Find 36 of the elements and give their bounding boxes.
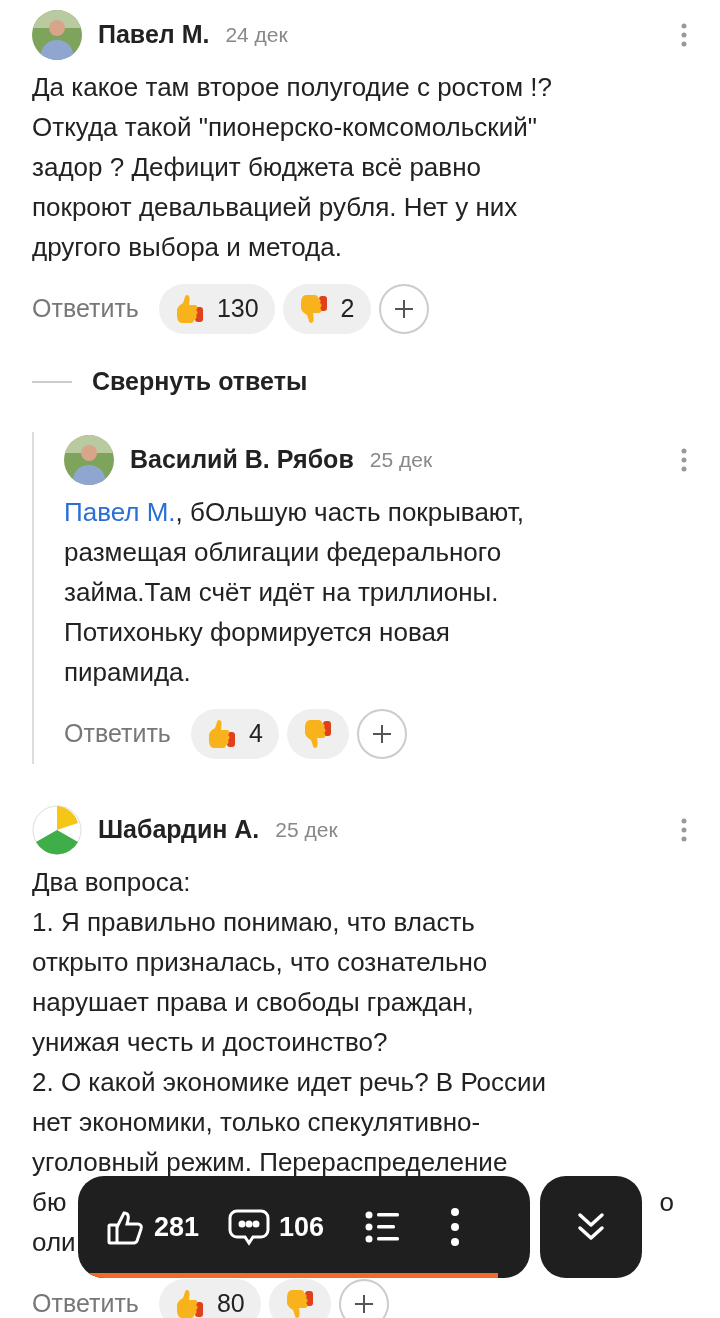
- thumbs-up-icon: [174, 293, 205, 325]
- comment-date: 24 дек: [225, 22, 288, 49]
- comment-icon: [227, 1207, 272, 1247]
- thumbs-down-icon: [298, 293, 329, 325]
- comment-date: 25 дек: [369, 447, 433, 474]
- scroll-down-button[interactable]: [540, 1176, 642, 1278]
- comment-text: о: [659, 1186, 674, 1219]
- dislike-button[interactable]: [268, 1279, 331, 1318]
- mention-link[interactable]: Павел М.: [64, 497, 176, 527]
- add-reaction-button[interactable]: [378, 284, 429, 334]
- logo-icon: [32, 805, 82, 855]
- comment-text: бю: [32, 1186, 67, 1219]
- dislike-button[interactable]: [286, 709, 349, 759]
- like-button[interactable]: 4: [190, 709, 279, 759]
- comment-text: Павел М., бОльшую часть покрывают, размещая облигации федерального займа.Там счёт идёт на триллионы. Потихоньку формируется новая пирамида.: [64, 496, 526, 689]
- thumbs-down-icon: [302, 718, 333, 750]
- thumbs-down-icon: [284, 1288, 315, 1318]
- like-button[interactable]: 281: [106, 1206, 200, 1248]
- comment-text: Да какое там второе полугодие с ростом !? Откуда такой "пионерско-комсомольский" задор ? Дефицит бюджета всё равно покроют девальвацией рубля. Нет у них другого выбора и метода.: [32, 71, 553, 264]
- author-name[interactable]: Василий В. Рябов: [130, 441, 354, 479]
- like-button[interactable]: 130: [158, 284, 275, 334]
- like-button[interactable]: 80: [158, 1279, 261, 1318]
- author-name[interactable]: Шабардин А.: [98, 811, 260, 849]
- author-name[interactable]: Павел М.: [98, 16, 210, 54]
- comment-date: 25 дек: [275, 817, 338, 844]
- comments-button[interactable]: 106: [227, 1206, 325, 1248]
- reply-button[interactable]: Ответить: [32, 290, 139, 328]
- dislike-button[interactable]: 2: [282, 284, 371, 334]
- reply-button[interactable]: Ответить: [64, 715, 171, 753]
- more-icon[interactable]: [450, 1207, 461, 1247]
- add-reaction-button[interactable]: [356, 709, 407, 759]
- thumbs-up-icon: [206, 718, 237, 750]
- thumbs-up-icon: [174, 1288, 205, 1318]
- collapse-replies-button[interactable]: Свернуть ответы: [92, 363, 308, 401]
- comment-text: оли: [32, 1226, 76, 1259]
- reply-button[interactable]: Ответить: [32, 1285, 139, 1318]
